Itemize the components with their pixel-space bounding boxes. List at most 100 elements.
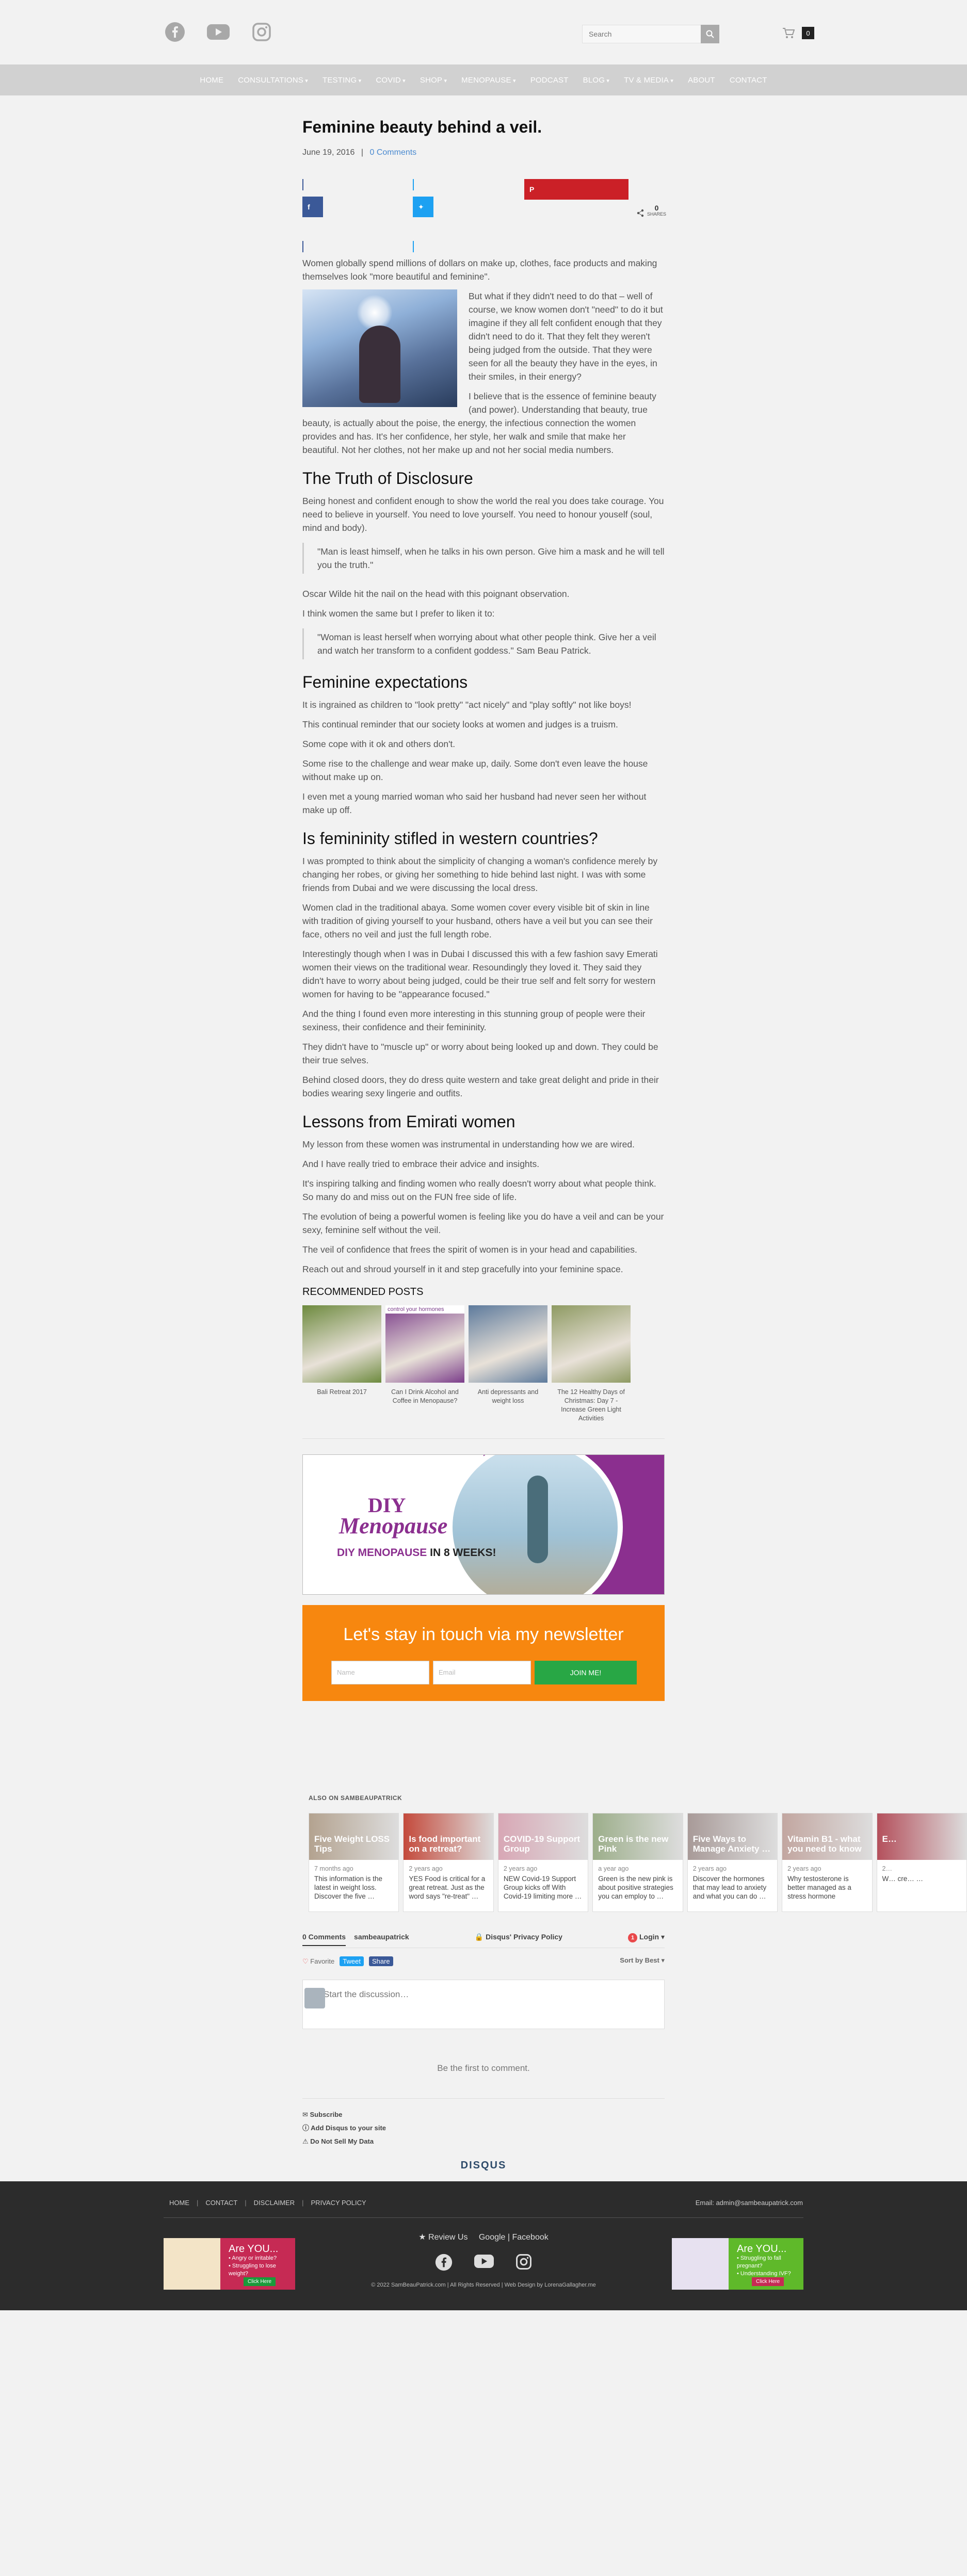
post-meta: June 19, 2016 | 0 Comments (302, 148, 417, 157)
footer-link-home[interactable]: HOME (169, 2199, 189, 2207)
email-field[interactable]: Email (433, 1661, 531, 1684)
login-button[interactable]: 1 Login ▾ (628, 1933, 665, 1942)
nav-item-blog[interactable]: BLOG ▾ (583, 76, 609, 85)
comments-link[interactable]: 0 Comments (369, 148, 416, 157)
nav-item-consultations[interactable]: CONSULTATIONS ▾ (238, 76, 308, 85)
related-card[interactable]: Five Weight LOSS Tips 7 months ago This in… (309, 1813, 399, 1912)
card-title: Five Weight LOSS Tips (314, 1834, 390, 1854)
card-description: W… cre… … (882, 1875, 924, 1883)
nav-item-contact[interactable]: CONTACT (730, 76, 767, 85)
diy-menopause-banner[interactable]: DIY Menopause DIY MENOPAUSE IN 8 WEEKS! (302, 1454, 665, 1595)
footer-link-privacy-policy[interactable]: PRIVACY POLICY (311, 2199, 366, 2207)
recommended-title: RECOMMENDED POSTS (302, 1286, 424, 1298)
instagram-icon[interactable] (250, 21, 273, 43)
post-caption: Bali Retreat 2017 (317, 1388, 367, 1396)
nav-item-testing[interactable]: TESTING ▾ (323, 76, 361, 85)
article-title: Feminine beauty behind a veil. (302, 118, 542, 136)
related-card[interactable]: COVID-19 Support Group 2 years ago NEW Cov… (497, 1813, 589, 1912)
card-title: COVID-19 Support Group (503, 1834, 581, 1854)
footer-email[interactable]: Email: admin@sambeaupatrick.com (696, 2199, 803, 2207)
youtube-icon[interactable] (474, 2254, 494, 2274)
name-field[interactable]: Name (331, 1661, 429, 1684)
footer-links: HOME | CONTACT | DISCLAIMER | PRIVACY POLICY (169, 2199, 366, 2207)
subscribe-link[interactable]: ✉ Subscribe (302, 2108, 665, 2121)
card-date: a year ago (598, 1865, 629, 1872)
twitter-share-button[interactable]: ✦ (413, 197, 433, 217)
comment-input[interactable]: Start the discussion… (302, 1980, 665, 2029)
nav-item-shop[interactable]: SHOP ▾ (420, 76, 447, 85)
join-button[interactable]: JOIN ME! (535, 1661, 637, 1684)
nav-item-podcast[interactable]: PODCAST (530, 76, 569, 85)
blockquote: "Woman is least herself when worrying ab… (302, 628, 665, 659)
disqus-comments: 0 Comments sambeaupatrick 🔒 Disqus' Priva… (302, 1933, 665, 2172)
nav-item-menopause[interactable]: MENOPAUSE ▾ (461, 76, 516, 85)
card-image: Five Ways to Manage Anxiety … (687, 1813, 778, 1860)
post-thumbnail (469, 1305, 547, 1383)
add-disqus-link[interactable]: ⓘ Add Disqus to your site (302, 2121, 665, 2135)
recommended-post[interactable]: Bali Retreat 2017 (302, 1305, 381, 1423)
article-image (302, 289, 457, 407)
related-card[interactable]: Five Ways to Manage Anxiety … 2 years ago… (687, 1813, 778, 1912)
recommended-post[interactable]: The 12 Healthy Days of Christmas: Day 7 … (552, 1305, 631, 1423)
footer: HOME | CONTACT | DISCLAIMER | PRIVACY POLICY E… (0, 2181, 967, 2310)
recommended-posts: Bali Retreat 2017 control your hormones Ca… (302, 1305, 665, 1423)
share-button[interactable]: Share (368, 1956, 393, 1966)
chevron-down-icon: ▾ (511, 77, 516, 84)
sort-dropdown[interactable]: Sort by Best ▾ (620, 1956, 665, 1966)
privacy-link[interactable]: 🔒 Disqus' Privacy Policy (475, 1933, 562, 1942)
search-input[interactable] (582, 25, 718, 43)
notification-badge: 1 (628, 1933, 638, 1942)
main-nav: HOME CONSULTATIONS ▾ TESTING ▾ COVID ▾ SHOP … (0, 64, 967, 95)
tweet-button[interactable]: Tweet (340, 1956, 364, 1966)
youtube-icon[interactable] (207, 21, 230, 43)
also-on-section: ALSO ON SAMBEAUPATRICK Five Weight LOSS … (309, 1794, 967, 1912)
pinterest-share-button[interactable]: P (524, 179, 628, 200)
card-date: 7 months ago (314, 1865, 353, 1872)
cart[interactable]: 0 (782, 27, 814, 39)
google-link[interactable]: Google (479, 2233, 506, 2242)
card-date: 2 years ago (409, 1865, 443, 1872)
card-title: Vitamin B1 - what you need to know (787, 1834, 862, 1854)
site-name[interactable]: sambeaupatrick (354, 1933, 409, 1941)
related-card[interactable]: Green is the new Pink a year ago Green is … (592, 1813, 683, 1912)
card-image: Five Weight LOSS Tips (309, 1813, 399, 1860)
facebook-icon[interactable] (164, 21, 186, 43)
disqus-logo[interactable]: DISQUS (302, 2160, 665, 2172)
pinterest-icon: P (529, 185, 535, 193)
paragraph: This continual reminder that our society… (302, 719, 618, 730)
nav-item-covid[interactable]: COVID ▾ (376, 76, 406, 85)
cart-count: 0 (802, 27, 814, 39)
nav-item-about[interactable]: ABOUT (688, 76, 715, 85)
blockquote: "Man is least himself, when he talks in … (302, 543, 665, 574)
nav-item-home[interactable]: HOME (200, 76, 223, 85)
facebook-link[interactable]: Facebook (512, 2233, 548, 2242)
card-description: NEW Covid-19 Support Group kicks off Wit… (503, 1875, 582, 1900)
related-card[interactable]: Vitamin B1 - what you need to know 2 year… (782, 1813, 873, 1912)
card-description: Why testosterone is better managed as a … (787, 1875, 851, 1900)
section-heading: Feminine expectations (302, 673, 468, 691)
review-link[interactable]: ★ Review Us (418, 2233, 468, 2242)
paragraph: Oscar Wilde hit the nail on the head wit… (302, 589, 570, 599)
section-heading: Is femininity stifled in western countri… (302, 829, 598, 848)
footer-link-disclaimer[interactable]: DISCLAIMER (254, 2199, 295, 2207)
related-card[interactable]: E… 2… W… cre… … (876, 1813, 967, 1912)
card-image: Green is the new Pink (593, 1813, 683, 1860)
related-card[interactable]: Is food important on a retreat? 2 years a… (403, 1813, 494, 1912)
facebook-icon[interactable] (435, 2254, 453, 2274)
favorite-button[interactable]: ♡ Favorite (302, 1957, 334, 1966)
card-date: 2… (882, 1865, 892, 1872)
card-description: This information is the latest in weight… (314, 1875, 383, 1900)
search-button[interactable] (701, 25, 719, 43)
card-image: E… (877, 1813, 966, 1860)
post-thumbnail (552, 1305, 631, 1383)
facebook-share-button[interactable]: f (302, 197, 323, 217)
paragraph: I was prompted to think about the simpli… (302, 856, 658, 893)
do-not-sell-link[interactable]: ⚠ Do Not Sell My Data (302, 2135, 665, 2148)
nav-item-tv-media[interactable]: TV & MEDIA ▾ (624, 76, 673, 85)
facebook-icon: f (308, 203, 310, 211)
recommended-post[interactable]: Anti depressants and weight loss (469, 1305, 547, 1423)
footer-link-contact[interactable]: CONTACT (205, 2199, 237, 2207)
recommended-post[interactable]: control your hormones Can I Drink Alcohol… (385, 1305, 464, 1423)
paragraph: Being honest and confident enough to sho… (302, 496, 664, 533)
instagram-icon[interactable] (515, 2254, 532, 2274)
